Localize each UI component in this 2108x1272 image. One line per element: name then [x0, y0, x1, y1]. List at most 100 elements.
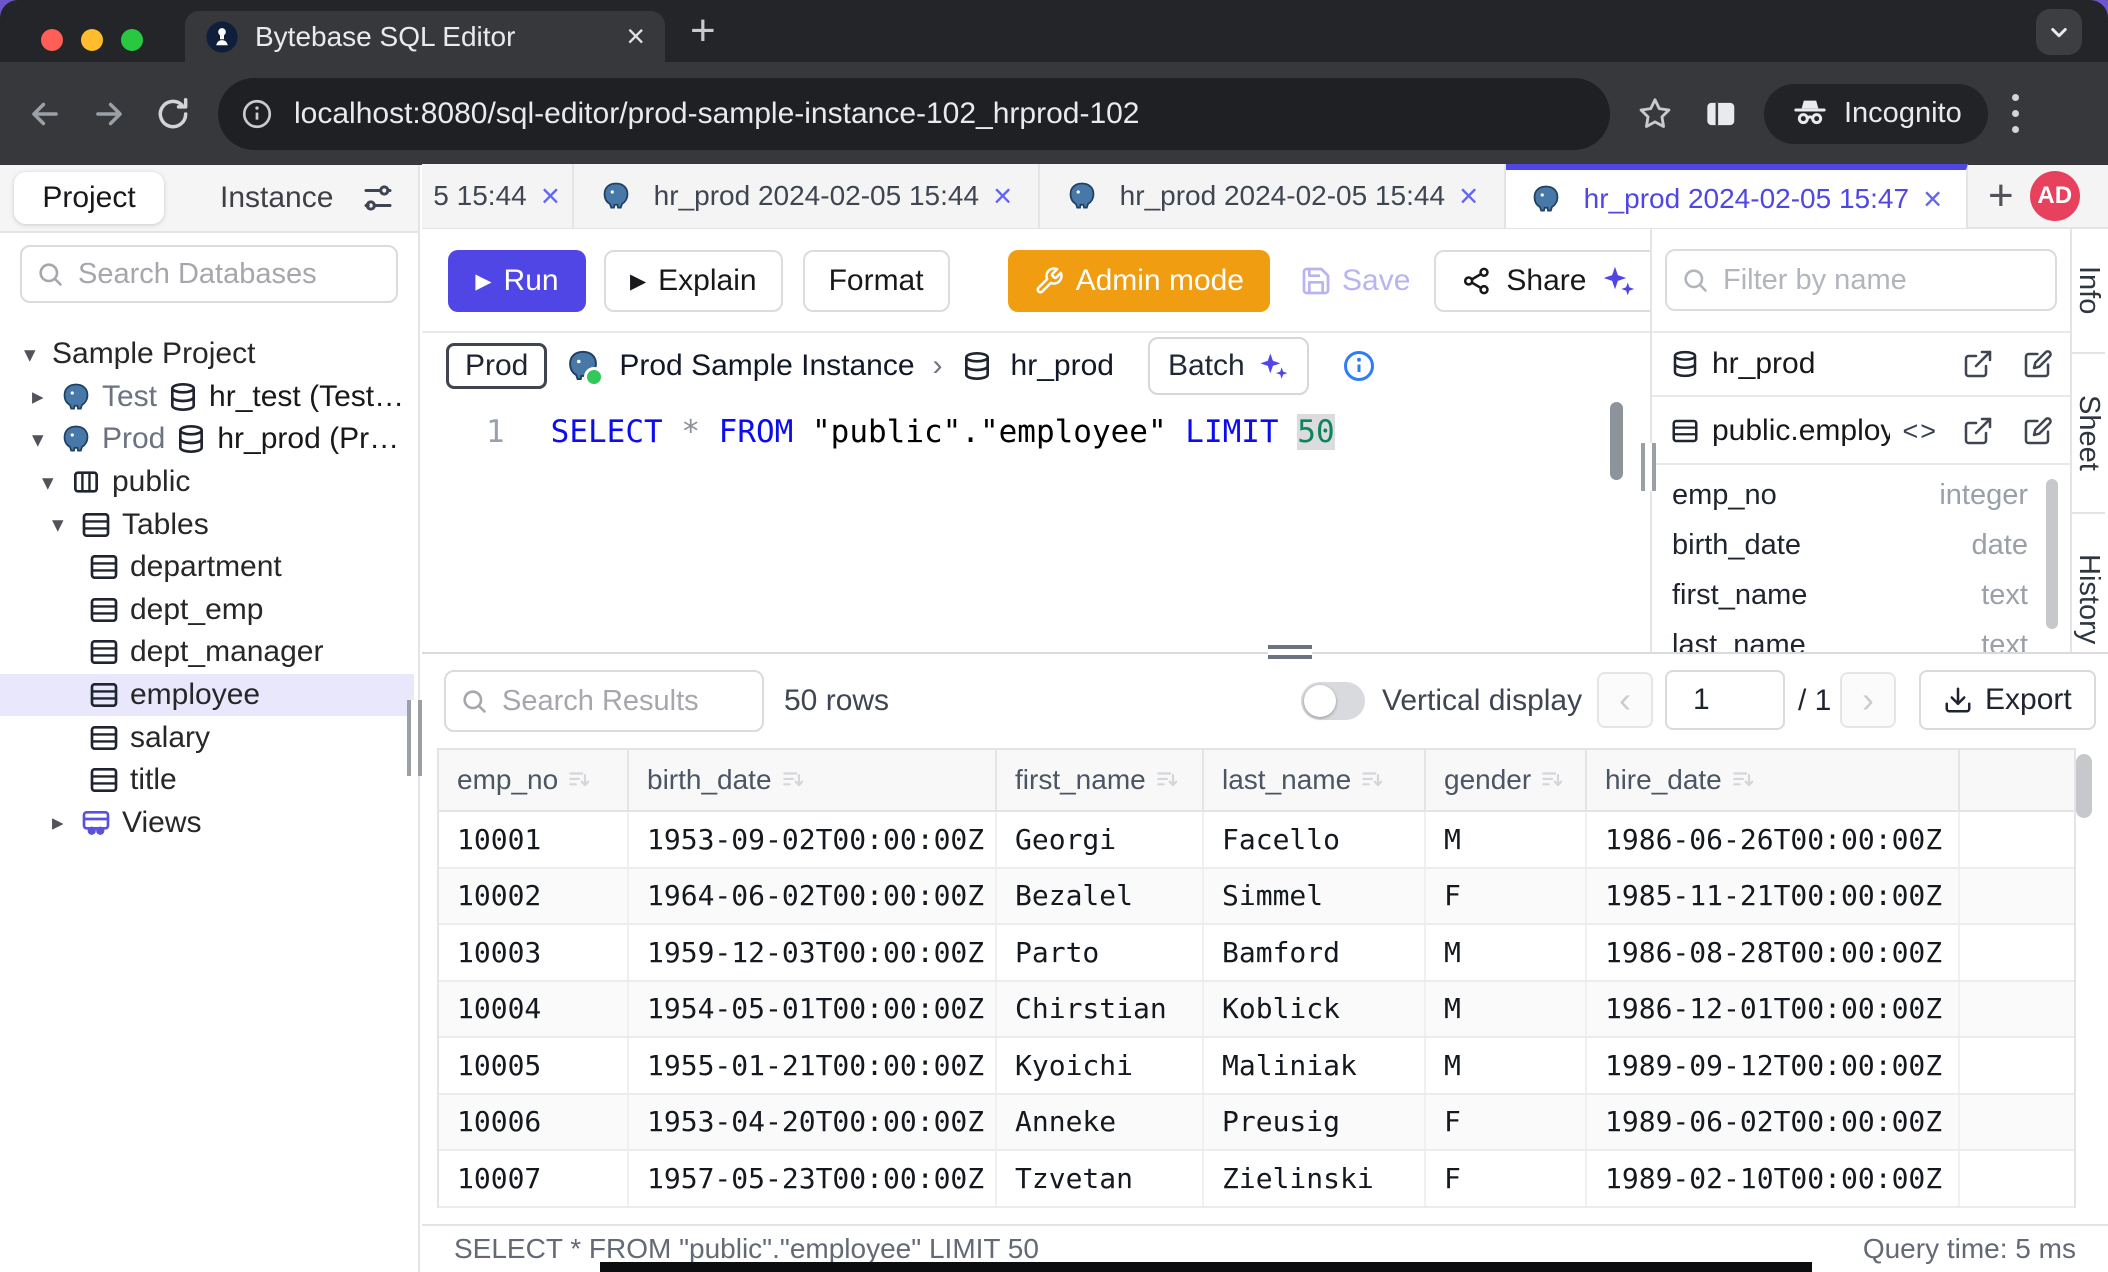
- table-cell[interactable]: Simmel: [1204, 869, 1426, 924]
- table-cell[interactable]: M: [1426, 925, 1587, 980]
- run-button[interactable]: ▶ Run: [448, 250, 586, 312]
- database-search[interactable]: [20, 245, 398, 303]
- caret-down-icon[interactable]: ▾: [32, 426, 60, 453]
- table-cell[interactable]: 1957-05-23T00:00:00Z: [629, 1151, 997, 1206]
- sidebar-resize-handle[interactable]: [407, 700, 422, 776]
- close-icon[interactable]: ×: [993, 177, 1012, 215]
- side-tab-info[interactable]: Info: [2072, 229, 2105, 354]
- table-cell[interactable]: 1989-09-12T00:00:00Z: [1587, 1038, 1960, 1093]
- bookmark-star-icon[interactable]: [1636, 95, 1674, 133]
- table-cell[interactable]: 10004: [439, 982, 629, 1037]
- database-search-input[interactable]: [76, 257, 370, 292]
- caret-down-icon[interactable]: ▾: [24, 341, 52, 368]
- table-cell[interactable]: 1953-04-20T00:00:00Z: [629, 1095, 997, 1150]
- maximize-window-button[interactable]: [121, 29, 143, 51]
- next-page-button[interactable]: ›: [1840, 672, 1896, 728]
- filter-sliders-icon[interactable]: [360, 180, 396, 216]
- caret-right-icon[interactable]: ▸: [32, 383, 60, 410]
- table-cell[interactable]: Bezalel: [997, 869, 1204, 924]
- table-cell[interactable]: Preusig: [1204, 1095, 1426, 1150]
- sql-editor[interactable]: 1 SELECT * FROM "public"."employee" LIMI…: [422, 398, 1650, 652]
- table-cell[interactable]: 10003: [439, 925, 629, 980]
- close-icon[interactable]: ×: [1459, 177, 1478, 215]
- table-cell[interactable]: F: [1426, 1151, 1587, 1206]
- table-cell[interactable]: Maliniak: [1204, 1038, 1426, 1093]
- table-cell[interactable]: 1986-12-01T00:00:00Z: [1587, 982, 1960, 1037]
- info-circle-icon[interactable]: [1341, 348, 1377, 384]
- table-cell[interactable]: Koblick: [1204, 982, 1426, 1037]
- admin-mode-button[interactable]: Admin mode: [1008, 250, 1270, 312]
- tree-item-public[interactable]: ▾public: [0, 461, 414, 504]
- column-header-emp_no[interactable]: emp_no: [439, 750, 629, 810]
- table-cell[interactable]: Zielinski: [1204, 1151, 1426, 1206]
- table-cell[interactable]: M: [1426, 982, 1587, 1037]
- external-link-icon[interactable]: [1962, 415, 1994, 447]
- new-sheet-button[interactable]: +: [1988, 171, 2014, 221]
- tree-item-tables[interactable]: ▾Tables: [0, 503, 414, 546]
- side-panel-icon[interactable]: [1700, 95, 1740, 133]
- page-input[interactable]: [1665, 670, 1785, 730]
- caret-down-icon[interactable]: ▾: [52, 511, 80, 538]
- panel-database-row[interactable]: hr_prod: [1652, 331, 2070, 397]
- close-tab-icon[interactable]: ×: [626, 18, 645, 55]
- save-button[interactable]: Save: [1300, 250, 1410, 312]
- table-cell[interactable]: 1953-09-02T00:00:00Z: [629, 812, 997, 867]
- share-button[interactable]: Share: [1434, 250, 1662, 312]
- table-cell[interactable]: Bamford: [1204, 925, 1426, 980]
- tree-item-prod[interactable]: ▾Prodhr_prod (Pr…: [0, 418, 414, 461]
- tree-item-employee[interactable]: employee: [0, 674, 414, 717]
- column-header-gender[interactable]: gender: [1426, 750, 1587, 810]
- table-row[interactable]: 100021964-06-02T00:00:00ZBezalelSimmelF1…: [439, 869, 2074, 926]
- table-cell[interactable]: 1985-11-21T00:00:00Z: [1587, 869, 1960, 924]
- table-cell[interactable]: 1955-01-21T00:00:00Z: [629, 1038, 997, 1093]
- table-row[interactable]: 100071957-05-23T00:00:00ZTzvetanZielinsk…: [439, 1151, 2074, 1208]
- table-cell[interactable]: 10007: [439, 1151, 629, 1206]
- table-cell[interactable]: 10002: [439, 869, 629, 924]
- close-window-button[interactable]: [41, 29, 63, 51]
- editor-tab[interactable]: hr_prod 2024-02-05 15:44×: [574, 164, 1040, 228]
- table-cell[interactable]: Anneke: [997, 1095, 1204, 1150]
- table-cell[interactable]: 1959-12-03T00:00:00Z: [629, 925, 997, 980]
- browser-menu-icon[interactable]: [2012, 94, 2019, 133]
- table-cell[interactable]: Tzvetan: [997, 1151, 1204, 1206]
- external-link-icon[interactable]: [1962, 348, 1994, 380]
- tree-item-sample-project[interactable]: ▾Sample Project: [0, 333, 414, 376]
- column-row[interactable]: birth_datedate: [1652, 520, 2042, 570]
- export-button[interactable]: Export: [1919, 670, 2096, 730]
- table-cell[interactable]: M: [1426, 1038, 1587, 1093]
- database-name[interactable]: hr_prod: [1011, 349, 1114, 383]
- tree-item-test[interactable]: ▸Testhr_test (Test…: [0, 376, 414, 419]
- tab-instance[interactable]: Instance: [220, 181, 333, 215]
- instance-name[interactable]: Prod Sample Instance: [619, 349, 914, 383]
- column-row[interactable]: emp_nointeger: [1652, 470, 2042, 520]
- tree-item-title[interactable]: title: [0, 759, 414, 802]
- table-cell[interactable]: 1986-06-26T00:00:00Z: [1587, 812, 1960, 867]
- tree-item-salary[interactable]: salary: [0, 716, 414, 759]
- table-row[interactable]: 100041954-05-01T00:00:00ZChirstianKoblic…: [439, 982, 2074, 1039]
- sort-icon[interactable]: [1539, 767, 1565, 793]
- table-cell[interactable]: Georgi: [997, 812, 1204, 867]
- table-cell[interactable]: Parto: [997, 925, 1204, 980]
- tree-item-views[interactable]: ▸Views: [0, 802, 414, 845]
- new-tab-button[interactable]: +: [690, 6, 716, 56]
- results-search[interactable]: [444, 670, 764, 732]
- sort-icon[interactable]: [1730, 767, 1756, 793]
- results-scrollbar-thumb[interactable]: [2076, 754, 2092, 818]
- avatar[interactable]: AD: [2030, 171, 2080, 221]
- batch-button[interactable]: Batch: [1148, 337, 1309, 395]
- editor-tab[interactable]: hr_prod 2024-02-05 15:47×: [1506, 164, 1968, 228]
- results-resize-handle[interactable]: [1268, 645, 1312, 659]
- vertical-display-toggle[interactable]: [1301, 682, 1365, 720]
- table-cell[interactable]: Kyoichi: [997, 1038, 1204, 1093]
- table-cell[interactable]: 1989-02-10T00:00:00Z: [1587, 1151, 1960, 1206]
- editor-tab[interactable]: hr_prod 2024-02-05 15:44×: [1040, 164, 1506, 228]
- table-cell[interactable]: M: [1426, 812, 1587, 867]
- code-icon[interactable]: <>: [1902, 416, 1938, 447]
- tree-item-department[interactable]: department: [0, 546, 414, 589]
- column-header-birth_date[interactable]: birth_date: [629, 750, 997, 810]
- sort-icon[interactable]: [566, 767, 592, 793]
- reload-icon[interactable]: [154, 95, 192, 133]
- tab-project[interactable]: Project: [14, 172, 164, 224]
- caret-right-icon[interactable]: ▸: [52, 809, 80, 836]
- sort-icon[interactable]: [780, 767, 806, 793]
